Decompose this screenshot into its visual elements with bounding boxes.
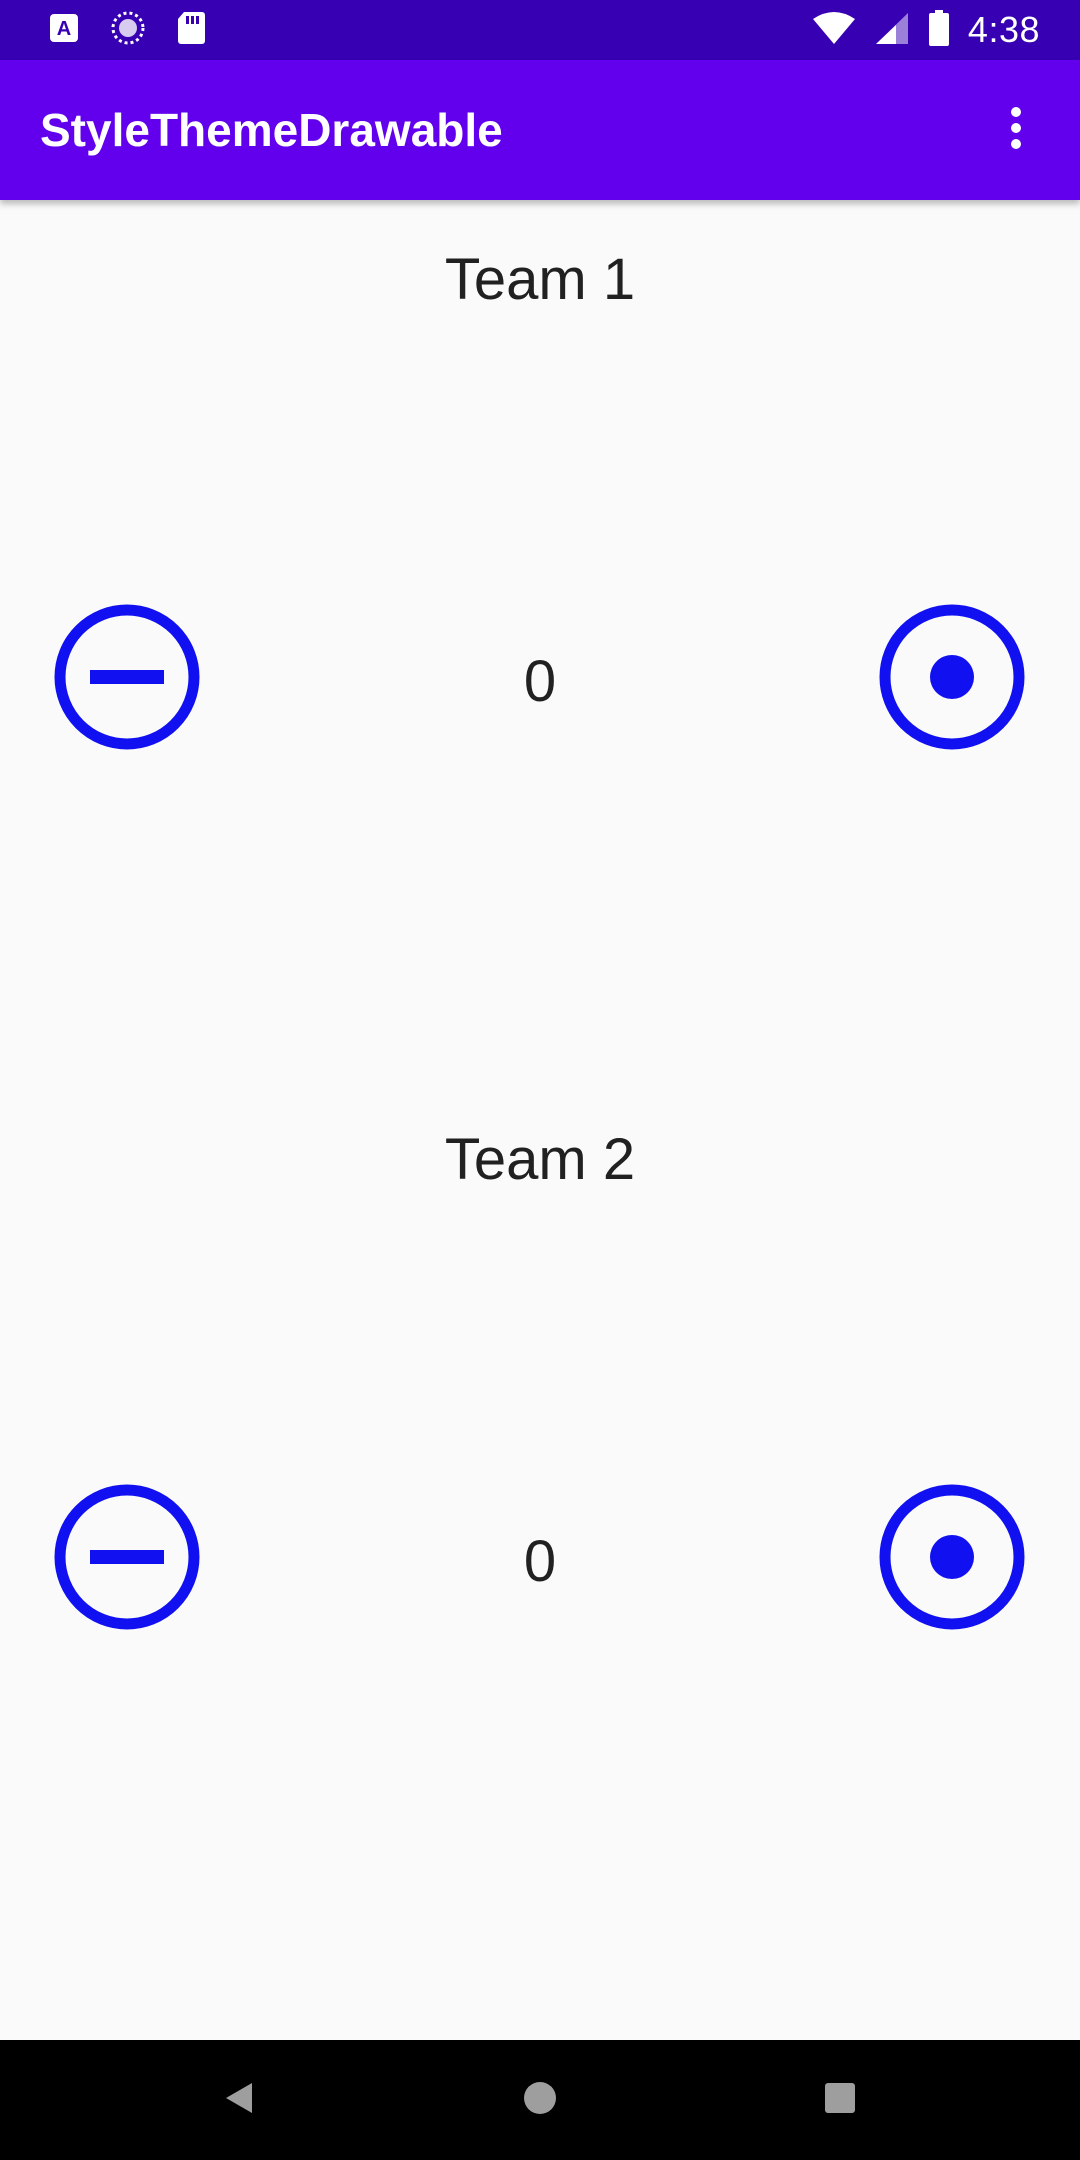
team-2-increase-button[interactable] [877,1484,1027,1634]
team-1-title: Team 1 [444,247,636,312]
screen: A 4:38 StyleThemeDrawable Team 1 0 Team … [0,0,1080,2160]
dot-circle-icon [877,602,1027,757]
app-title: StyleThemeDrawable [40,104,503,156]
home-button[interactable] [500,2060,580,2140]
dot-circle-icon [877,1482,1027,1637]
team-2-title: Team 2 [444,1127,636,1192]
status-notifications: A [48,10,206,51]
back-icon [222,2080,258,2121]
status-clock: 4:38 [967,9,1040,50]
wifi-icon [812,11,856,50]
overflow-menu-button[interactable] [976,90,1056,170]
more-vert-icon [1008,106,1024,155]
recents-icon [823,2081,857,2120]
sd-card-icon [176,10,206,51]
svg-text:A: A [57,18,71,40]
status-bar: A 4:38 [0,0,1080,60]
status-system: 4:38 [812,0,1040,60]
app-bar: StyleThemeDrawable [0,60,1080,200]
cell-signal-icon [874,11,910,50]
back-button[interactable] [200,2060,280,2140]
loading-circle-icon [110,10,146,51]
recents-button[interactable] [800,2060,880,2140]
navigation-bar [0,2040,1080,2160]
team-1-increase-button[interactable] [877,604,1027,754]
battery-icon [928,9,950,51]
home-icon [522,2080,558,2121]
accessibility-a-icon: A [48,12,80,49]
